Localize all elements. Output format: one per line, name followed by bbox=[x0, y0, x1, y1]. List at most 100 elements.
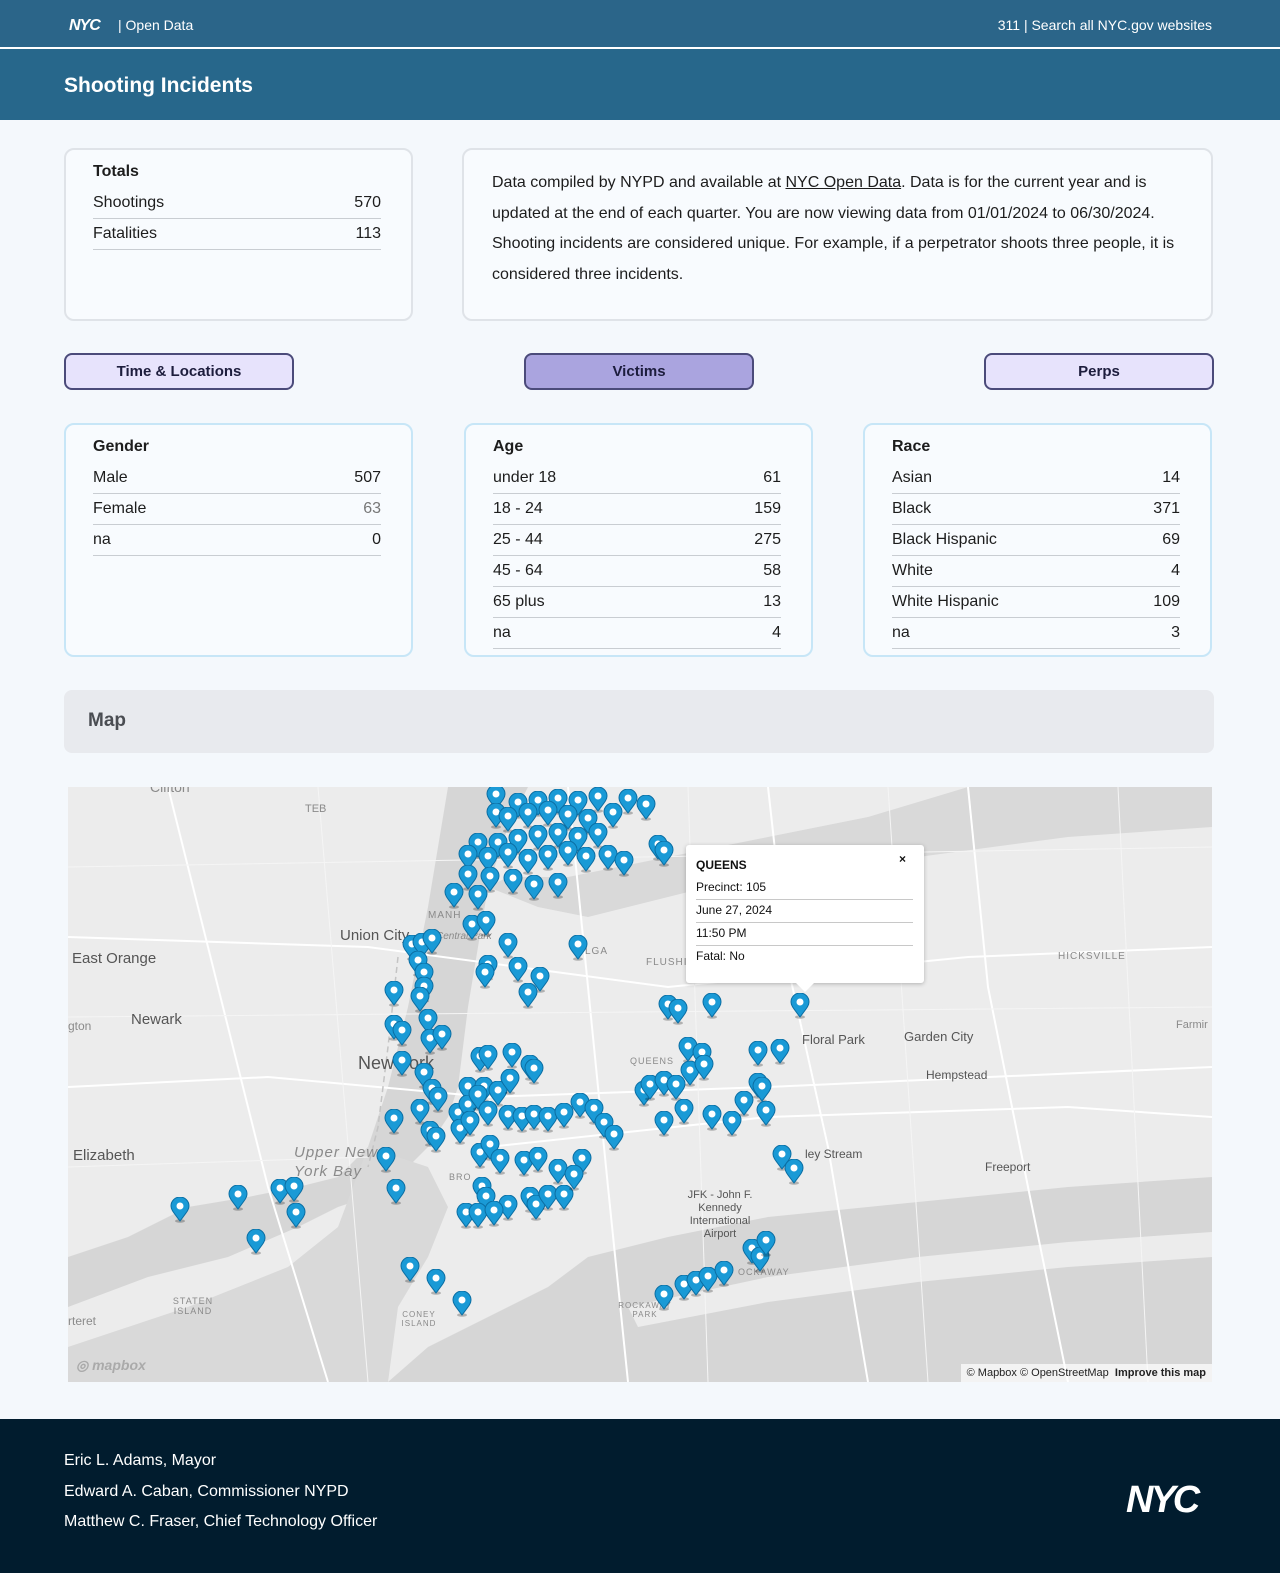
improve-map-link[interactable]: Improve this map bbox=[1115, 1367, 1206, 1379]
map-pin-icon[interactable] bbox=[548, 873, 568, 899]
map-pin-icon[interactable] bbox=[476, 911, 496, 937]
map-pin-icon[interactable] bbox=[468, 885, 488, 911]
map-pin-icon[interactable] bbox=[503, 869, 523, 895]
map-pin-icon[interactable] bbox=[490, 1149, 510, 1175]
row-label: Fatalities bbox=[93, 225, 158, 242]
map-label-manh: MANH bbox=[428, 910, 462, 921]
map-pin-icon[interactable] bbox=[568, 935, 588, 961]
row-value: 507 bbox=[354, 469, 381, 486]
map-pin-icon[interactable] bbox=[790, 993, 810, 1019]
map-pin-icon[interactable] bbox=[558, 841, 578, 867]
map-pin-icon[interactable] bbox=[748, 1041, 768, 1067]
map-pin-icon[interactable] bbox=[484, 1201, 504, 1227]
map-pin-icon[interactable] bbox=[428, 1087, 448, 1113]
totals-card: Totals Shootings 570 Fatalities 113 bbox=[64, 148, 413, 321]
totals-title: Totals bbox=[93, 163, 139, 180]
map-pin-icon[interactable] bbox=[452, 1291, 472, 1317]
map-pin-icon[interactable] bbox=[702, 993, 722, 1019]
map-pin-icon[interactable] bbox=[694, 1055, 714, 1081]
mapbox-logo[interactable]: ◎ mapbox bbox=[76, 1357, 146, 1374]
row-value: 4 bbox=[772, 624, 781, 641]
map-label-freeport: Freeport bbox=[985, 1160, 1031, 1174]
map-pin-icon[interactable] bbox=[518, 983, 538, 1009]
map-pin-icon[interactable] bbox=[478, 1045, 498, 1071]
age-row: 25 - 44 275 bbox=[493, 525, 781, 556]
map-pin-icon[interactable] bbox=[392, 1051, 412, 1077]
map-section-header: Map bbox=[64, 690, 1214, 753]
description-part: Data compiled by NYPD and available at bbox=[492, 174, 786, 191]
map-pin-icon[interactable] bbox=[498, 933, 518, 959]
map-pin-icon[interactable] bbox=[752, 1077, 772, 1103]
map-pin-icon[interactable] bbox=[714, 1261, 734, 1287]
map-pin-icon[interactable] bbox=[502, 1043, 522, 1069]
age-row: 18 - 24 159 bbox=[493, 494, 781, 525]
map-pin-icon[interactable] bbox=[284, 1177, 304, 1203]
map-pin-icon[interactable] bbox=[784, 1159, 804, 1185]
row-label: Shootings bbox=[93, 194, 165, 211]
map-pin-icon[interactable] bbox=[498, 843, 518, 869]
map-pin-icon[interactable] bbox=[426, 1127, 446, 1153]
map-pin-icon[interactable] bbox=[246, 1229, 266, 1255]
footer: Eric L. Adams, Mayor Edward A. Caban, Co… bbox=[0, 1419, 1280, 1573]
attribution-text[interactable]: © Mapbox © OpenStreetMap bbox=[967, 1367, 1109, 1379]
map-pin-icon[interactable] bbox=[524, 1059, 544, 1085]
nyc-open-data-link[interactable]: NYC Open Data bbox=[786, 174, 902, 191]
tab-time-locations[interactable]: Time & Locations bbox=[64, 353, 294, 390]
map-label-newark: Newark bbox=[131, 1011, 182, 1028]
footer-mayor: Eric L. Adams, Mayor bbox=[64, 1452, 217, 1469]
row-value: 63 bbox=[363, 500, 381, 517]
nyc-footer-logo[interactable]: NYC bbox=[1126, 1479, 1200, 1522]
map-pin-icon[interactable] bbox=[614, 851, 634, 877]
map-pin-icon[interactable] bbox=[478, 1101, 498, 1127]
map-pin-icon[interactable] bbox=[528, 1147, 548, 1173]
map-pin-icon[interactable] bbox=[668, 999, 688, 1025]
map-pin-icon[interactable] bbox=[538, 845, 558, 871]
open-data-link[interactable]: | Open Data bbox=[118, 17, 193, 33]
map-pin-icon[interactable] bbox=[576, 847, 596, 873]
search-nyc-link[interactable]: 311 | Search all NYC.gov websites bbox=[998, 17, 1212, 33]
map-pin-icon[interactable] bbox=[286, 1203, 306, 1229]
description-card: Data compiled by NYPD and available at N… bbox=[462, 148, 1213, 321]
map-pin-icon[interactable] bbox=[654, 1285, 674, 1311]
map-pin-icon[interactable] bbox=[770, 1039, 790, 1065]
row-value: 275 bbox=[754, 531, 781, 548]
map-pin-icon[interactable] bbox=[460, 1111, 480, 1137]
shooting-map[interactable]: Clifton TEB East Orange Union City MANH … bbox=[68, 787, 1212, 1382]
map-pin-icon[interactable] bbox=[400, 1257, 420, 1283]
map-pin-icon[interactable] bbox=[384, 1109, 404, 1135]
gender-row: Male 507 bbox=[93, 463, 381, 494]
map-pin-icon[interactable] bbox=[636, 795, 656, 821]
map-pin-icon[interactable] bbox=[564, 1165, 584, 1191]
row-value: 13 bbox=[763, 593, 781, 610]
map-pin-icon[interactable] bbox=[475, 963, 495, 989]
row-label: 18 - 24 bbox=[493, 500, 543, 517]
row-value: 570 bbox=[354, 194, 381, 211]
tab-perps[interactable]: Perps bbox=[984, 353, 1214, 390]
map-pin-icon[interactable] bbox=[500, 1069, 520, 1095]
map-pin-icon[interactable] bbox=[674, 1099, 694, 1125]
map-pin-icon[interactable] bbox=[524, 875, 544, 901]
map-pin-icon[interactable] bbox=[170, 1197, 190, 1223]
map-pin-icon[interactable] bbox=[756, 1101, 776, 1127]
map-pin-icon[interactable] bbox=[654, 1111, 674, 1137]
map-pin-icon[interactable] bbox=[392, 1021, 412, 1047]
map-pin-icon[interactable] bbox=[604, 1125, 624, 1151]
map-pin-icon[interactable] bbox=[228, 1185, 248, 1211]
map-pin-icon[interactable] bbox=[444, 883, 464, 909]
popup-close-button[interactable]: × bbox=[899, 852, 906, 866]
race-row: na 3 bbox=[892, 618, 1180, 649]
map-pin-icon[interactable] bbox=[386, 1179, 406, 1205]
map-pin-icon[interactable] bbox=[756, 1231, 776, 1257]
map-pin-icon[interactable] bbox=[702, 1105, 722, 1131]
row-label: Male bbox=[93, 469, 128, 486]
map-pin-icon[interactable] bbox=[654, 841, 674, 867]
map-pin-icon[interactable] bbox=[432, 1025, 452, 1051]
map-pin-icon[interactable] bbox=[376, 1147, 396, 1173]
tab-victims[interactable]: Victims bbox=[524, 353, 754, 390]
map-pin-icon[interactable] bbox=[508, 957, 528, 983]
map-label-hicksville: HICKSVILLE bbox=[1058, 951, 1126, 962]
nyc-logo[interactable]: NYC bbox=[69, 17, 101, 35]
map-pin-icon[interactable] bbox=[384, 981, 404, 1007]
popup-pointer bbox=[795, 982, 815, 992]
map-pin-icon[interactable] bbox=[426, 1269, 446, 1295]
